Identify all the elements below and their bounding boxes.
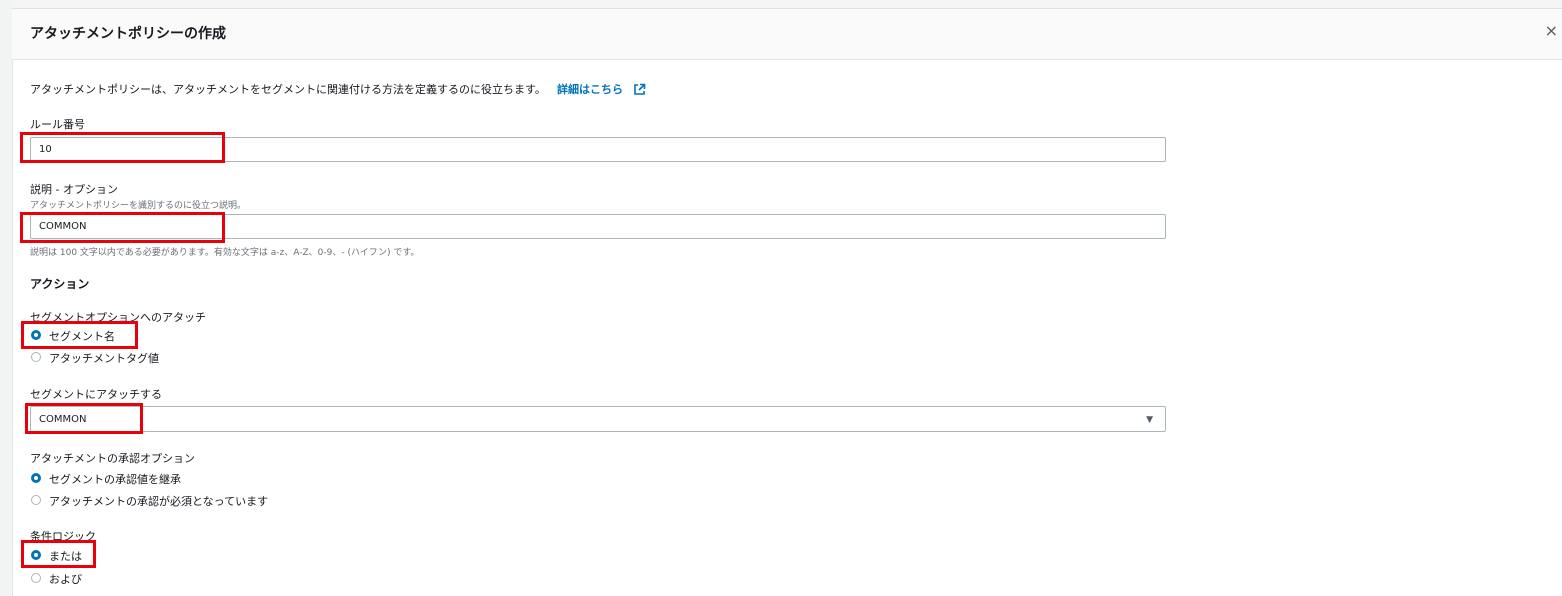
intro-text: アタッチメントポリシーは、アタッチメントをセグメントに関連付ける方法を定義するの… [30, 83, 546, 96]
radio-button[interactable] [31, 330, 41, 340]
description-hint: 説明は 100 文字以内である必要があります。有効な文字は a-z、A-Z、0-… [30, 248, 420, 258]
radio-label: セグメント名 [49, 330, 115, 343]
radio-button[interactable] [31, 473, 41, 483]
intro-line: アタッチメントポリシーは、アタッチメントをセグメントに関連付ける方法を定義するの… [30, 78, 646, 100]
description-label: 説明 - オプション [30, 183, 118, 196]
modal-title: アタッチメントポリシーの作成 [30, 26, 226, 42]
external-link-icon[interactable] [633, 81, 646, 100]
radio-button[interactable] [31, 573, 41, 583]
action-heading: アクション [30, 277, 90, 291]
radio-button[interactable] [31, 550, 41, 560]
caret-down-icon[interactable]: ▼ [1146, 407, 1153, 433]
learn-more-link[interactable]: 詳細はこちら [557, 83, 623, 96]
radio-label: アタッチメントの承認が必須となっています [49, 495, 269, 508]
radio-button[interactable] [31, 352, 41, 362]
attach-segment-label: セグメントにアタッチする [30, 388, 162, 401]
approval-option-label: アタッチメントの承認オプション [30, 452, 195, 465]
background-page-top-strip [12, 0, 1562, 9]
radio-label: または [49, 550, 82, 563]
attach-segment-select[interactable]: COMMON ▼ [30, 406, 1166, 432]
modal-header: アタッチメントポリシーの作成 × [12, 9, 1562, 60]
background-page-strip [0, 0, 13, 596]
close-icon[interactable]: × [1545, 21, 1558, 40]
radio-label: セグメントの承認値を継承 [49, 473, 181, 486]
attach-segment-value: COMMON [39, 414, 87, 425]
condition-logic-label: 条件ロジック [30, 530, 96, 543]
create-attachment-policy-modal: アタッチメントポリシーの作成 × アタッチメントポリシーは、アタッチメントをセグ… [0, 0, 1562, 596]
radio-label: アタッチメントタグ値 [49, 352, 159, 365]
description-sublabel: アタッチメントポリシーを識別するのに役立つ説明。 [30, 201, 247, 211]
radio-button[interactable] [31, 495, 41, 505]
radio-label: および [49, 573, 82, 586]
segment-option-label: セグメントオプションへのアタッチ [30, 311, 206, 324]
description-input[interactable]: COMMON [30, 214, 1166, 239]
rule-number-input[interactable]: 10 [30, 137, 1166, 162]
rule-number-label: ルール番号 [30, 118, 85, 131]
